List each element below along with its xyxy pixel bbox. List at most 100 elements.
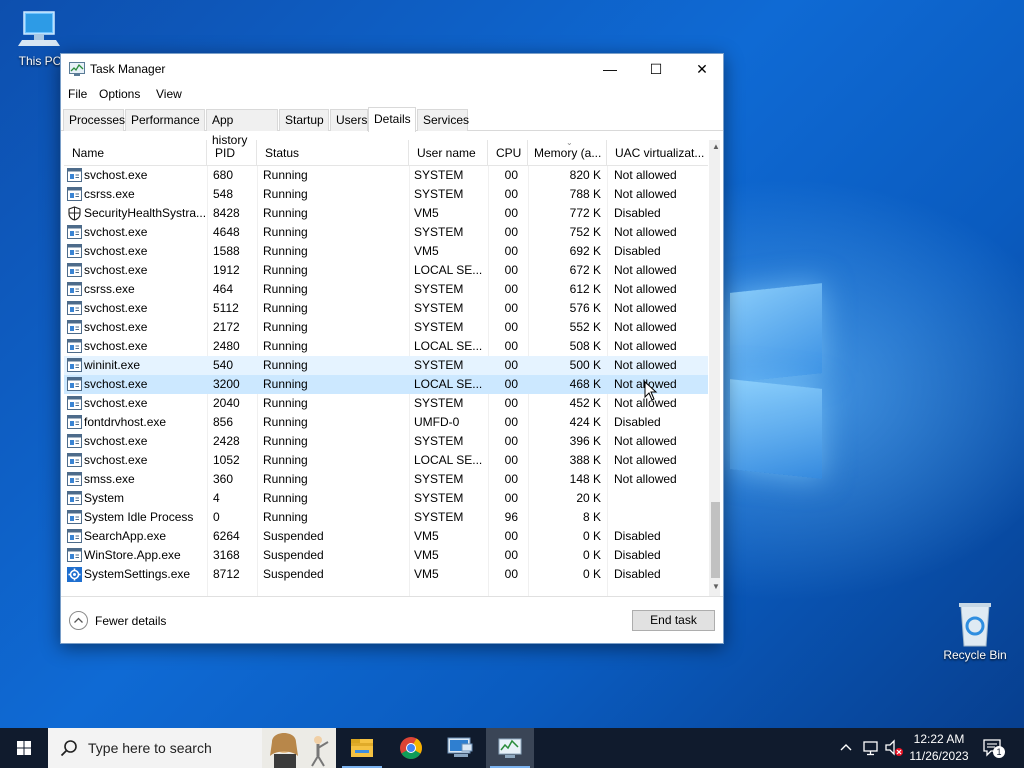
cell-user-name: LOCAL SE...: [414, 377, 483, 391]
table-row[interactable]: svchost.exe 3200 Running LOCAL SE... 00 468 K…: [64, 375, 708, 394]
menu-view[interactable]: View: [156, 87, 182, 101]
cell-memory: 772 K: [569, 206, 601, 220]
tab-processes[interactable]: Processes: [63, 109, 125, 131]
cell-memory: 672 K: [569, 263, 601, 277]
end-task-button[interactable]: End task: [632, 610, 715, 631]
settings-gear-icon: [67, 567, 82, 582]
table-row[interactable]: SecurityHealthSystra... 8428 Running VM5 00 7…: [64, 204, 708, 223]
process-window-icon: [67, 263, 82, 277]
process-window-icon: [67, 377, 82, 391]
cell-cpu: 00: [504, 339, 518, 353]
column-uac-virtualization[interactable]: UAC virtualizat...: [607, 140, 708, 166]
table-row[interactable]: svchost.exe 4648 Running SYSTEM 00 752 K Not a…: [64, 223, 708, 242]
column-status[interactable]: Status: [257, 140, 409, 166]
sort-descending-icon: ⌄: [566, 140, 573, 147]
table-row[interactable]: svchost.exe 5112 Running SYSTEM 00 576 K Not a…: [64, 299, 708, 318]
table-row[interactable]: svchost.exe 2040 Running SYSTEM 00 452 K Not a…: [64, 394, 708, 413]
volume-muted-icon[interactable]: [884, 739, 904, 757]
task-manager-window: Task Manager — ☐ ✕ File Options View Pro…: [60, 53, 724, 644]
notification-center-button[interactable]: 1: [982, 738, 1005, 758]
table-row[interactable]: svchost.exe 680 Running SYSTEM 00 820 K Not al…: [64, 166, 708, 185]
title-bar[interactable]: Task Manager — ☐ ✕: [61, 54, 723, 84]
process-window-icon: [67, 396, 82, 410]
table-row[interactable]: smss.exe 360 Running SYSTEM 00 148 K Not allow…: [64, 470, 708, 489]
search-icon: [60, 740, 77, 757]
process-window-icon: [67, 301, 82, 315]
process-window-icon: [67, 244, 82, 258]
network-icon[interactable]: [862, 739, 880, 757]
cell-uac-virtualization: Disabled: [614, 567, 661, 581]
cell-pid: 464: [213, 282, 234, 296]
process-window-icon: [67, 320, 82, 334]
cell-uac-virtualization: Disabled: [614, 415, 661, 429]
tab-performance[interactable]: Performance: [125, 109, 205, 131]
table-row[interactable]: csrss.exe 464 Running SYSTEM 00 612 K Not allo…: [64, 280, 708, 299]
close-button[interactable]: ✕: [679, 54, 725, 84]
start-button[interactable]: [0, 728, 48, 768]
cell-user-name: VM5: [414, 529, 439, 543]
minimize-button[interactable]: —: [587, 54, 633, 84]
table-row[interactable]: csrss.exe 548 Running SYSTEM 00 788 K Not allo…: [64, 185, 708, 204]
cell-name: wininit.exe: [84, 358, 141, 372]
taskbar-remote-desktop[interactable]: [436, 728, 484, 768]
cell-user-name: VM5: [414, 548, 439, 562]
table-row[interactable]: System 4 Running SYSTEM 00 20 K: [64, 489, 708, 508]
taskbar-chrome[interactable]: [387, 728, 435, 768]
cell-user-name: LOCAL SE...: [414, 453, 483, 467]
taskbar-search-box[interactable]: Type here to search: [48, 728, 336, 768]
clock-date[interactable]: 11/26/2023: [906, 749, 972, 763]
cell-uac-virtualization: Not allowed: [614, 358, 677, 372]
maximize-button[interactable]: ☐: [633, 54, 679, 84]
vertical-scrollbar[interactable]: ▲ ▼: [709, 140, 720, 596]
table-row[interactable]: svchost.exe 1588 Running VM5 00 692 K Disabled: [64, 242, 708, 261]
menu-options[interactable]: Options: [99, 87, 140, 101]
cell-pid: 8428: [213, 206, 240, 220]
cell-cpu: 00: [504, 244, 518, 258]
cell-name: fontdrvhost.exe: [84, 415, 167, 429]
scroll-up-arrow-icon[interactable]: ▲: [709, 140, 720, 154]
table-row[interactable]: svchost.exe 1912 Running LOCAL SE... 00 672 K…: [64, 261, 708, 280]
process-window-icon: [67, 339, 82, 353]
cell-cpu: 00: [504, 415, 518, 429]
table-row[interactable]: SearchApp.exe 6264 Suspended VM5 00 0 K Disabl…: [64, 527, 708, 546]
desktop-icon-recycle-bin[interactable]: Recycle Bin: [935, 600, 1015, 662]
cell-uac-virtualization: [614, 489, 708, 508]
menu-file[interactable]: File: [68, 87, 87, 101]
chevron-up-icon[interactable]: [838, 740, 854, 756]
table-row[interactable]: svchost.exe 2172 Running SYSTEM 00 552 K Not a…: [64, 318, 708, 337]
column-name[interactable]: Name: [64, 140, 207, 166]
cell-status: Running: [263, 320, 308, 334]
cell-cpu: 96: [504, 510, 518, 524]
table-row[interactable]: wininit.exe 540 Running SYSTEM 00 500 K Not al…: [64, 356, 708, 375]
scrollbar-thumb[interactable]: [711, 502, 720, 578]
cell-status: Suspended: [263, 529, 324, 543]
scroll-down-arrow-icon[interactable]: ▼: [709, 580, 720, 594]
cell-user-name: VM5: [414, 206, 439, 220]
column-user-name[interactable]: User name: [409, 140, 488, 166]
tab-users[interactable]: Users: [330, 109, 368, 131]
column-cpu[interactable]: CPU: [488, 140, 528, 166]
cell-name: SecurityHealthSystra...: [84, 206, 206, 220]
cell-status: Running: [263, 415, 308, 429]
column-pid[interactable]: PID: [207, 140, 257, 166]
menu-bar: File Options View: [61, 84, 723, 106]
cell-uac-virtualization: Not allowed: [614, 453, 677, 467]
table-row[interactable]: svchost.exe 1052 Running LOCAL SE... 00 388 K…: [64, 451, 708, 470]
cell-cpu: 00: [504, 453, 518, 467]
table-row[interactable]: fontdrvhost.exe 856 Running UMFD-0 00 424 K Di…: [64, 413, 708, 432]
taskbar-file-explorer[interactable]: [338, 728, 386, 768]
tab-details[interactable]: Details: [368, 107, 416, 132]
tab-app-history[interactable]: App history: [206, 109, 278, 147]
clock-time[interactable]: 12:22 AM: [906, 732, 972, 746]
table-row[interactable]: SystemSettings.exe 8712 Suspended VM5 00 0 K D…: [64, 565, 708, 584]
tab-services[interactable]: Services: [417, 109, 469, 131]
table-row[interactable]: svchost.exe 2480 Running LOCAL SE... 00 508 K…: [64, 337, 708, 356]
tab-startup[interactable]: Startup: [279, 109, 329, 131]
taskbar-task-manager[interactable]: [486, 728, 534, 768]
cell-status: Running: [263, 168, 308, 182]
table-row[interactable]: svchost.exe 2428 Running SYSTEM 00 396 K Not a…: [64, 432, 708, 451]
cell-status: Running: [263, 263, 308, 277]
cell-cpu: 00: [504, 263, 518, 277]
table-row[interactable]: WinStore.App.exe 3168 Suspended VM5 00 0 K Dis…: [64, 546, 708, 565]
table-row[interactable]: System Idle Process 0 Running SYSTEM 96 8 K: [64, 508, 708, 527]
